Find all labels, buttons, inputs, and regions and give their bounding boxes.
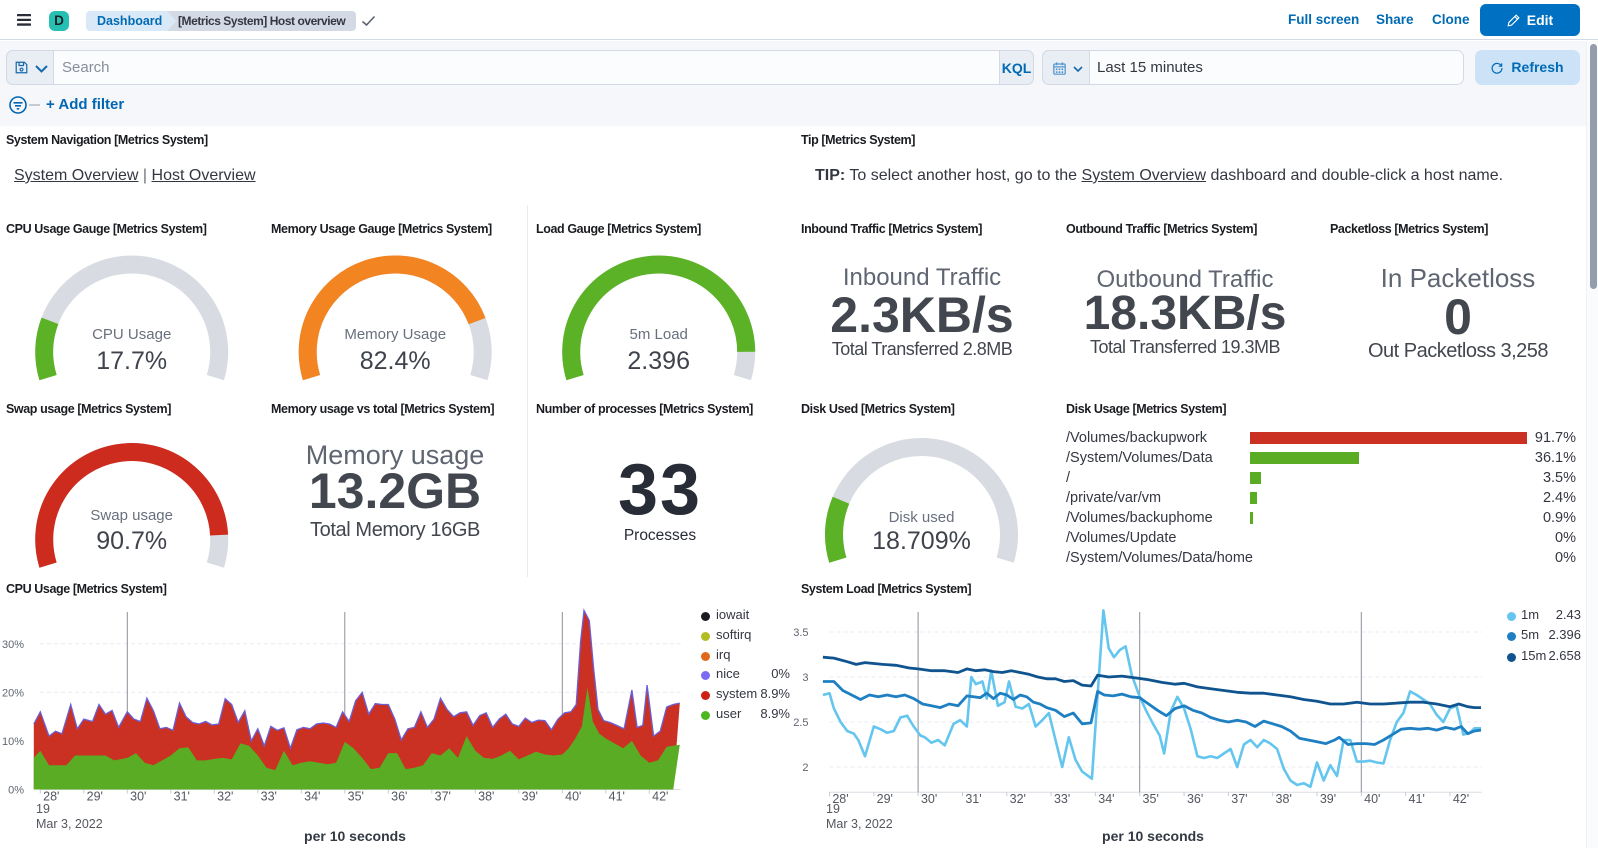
svg-text:31': 31' [174,790,190,804]
svg-text:3: 3 [802,672,808,684]
svg-text:33': 33' [261,790,277,804]
svg-text:2.396: 2.396 [627,347,690,375]
svg-text:Swap usage: Swap usage [90,507,173,524]
svg-text:41': 41' [1409,792,1425,806]
svg-text:36': 36' [1187,792,1203,806]
svg-text:90.7%: 90.7% [96,527,167,555]
svg-text:2.5: 2.5 [793,717,808,729]
svg-text:41': 41' [609,790,625,804]
svg-text:30': 30' [921,792,937,806]
svg-text:30%: 30% [2,639,24,651]
svg-text:Disk used: Disk used [889,509,955,526]
svg-text:34': 34' [304,790,320,804]
svg-text:35': 35' [1143,792,1159,806]
svg-text:18.709%: 18.709% [872,527,971,555]
svg-text:82.4%: 82.4% [360,347,431,375]
svg-text:40': 40' [565,790,581,804]
svg-text:0%: 0% [8,785,24,797]
svg-text:42': 42' [652,790,668,804]
svg-text:10%: 10% [2,736,24,748]
svg-text:34': 34' [1098,792,1114,806]
svg-text:5m Load: 5m Load [630,326,688,343]
svg-text:35': 35' [348,790,364,804]
svg-text:2: 2 [802,762,808,774]
svg-text:Memory Usage: Memory Usage [344,326,446,343]
svg-text:32': 32' [1010,792,1026,806]
svg-text:39': 39' [1320,792,1336,806]
svg-text:17.7%: 17.7% [96,347,167,375]
svg-text:20%: 20% [2,687,24,699]
svg-text:37': 37' [435,790,451,804]
svg-text:30': 30' [130,790,146,804]
svg-text:42': 42' [1453,792,1469,806]
svg-text:38': 38' [1276,792,1292,806]
svg-text:31': 31' [965,792,981,806]
svg-text:CPU Usage: CPU Usage [92,326,171,343]
svg-text:33': 33' [1054,792,1070,806]
svg-text:40': 40' [1364,792,1380,806]
svg-text:39': 39' [522,790,538,804]
svg-text:3.5: 3.5 [793,627,808,639]
svg-text:36': 36' [391,790,407,804]
svg-text:37': 37' [1231,792,1247,806]
svg-text:32': 32' [217,790,233,804]
svg-text:38': 38' [478,790,494,804]
